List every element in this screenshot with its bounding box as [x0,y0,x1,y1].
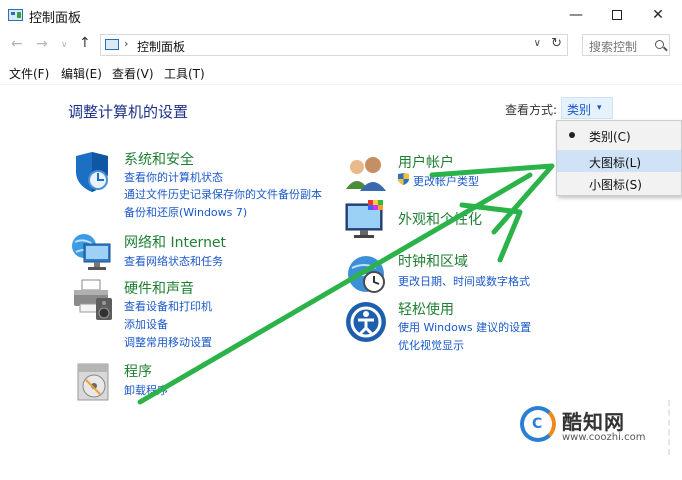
category-network-internet[interactable]: 网络和 Internet [124,232,226,252]
ease-of-access-icon[interactable] [344,300,388,344]
link-view-computer-status[interactable]: 查看你的计算机状态 [124,169,223,185]
close-button[interactable]: ✕ [638,0,678,30]
menu-edit[interactable]: 编辑(E) [61,65,102,82]
link-date-time-format[interactable]: 更改日期、时间或数字格式 [398,273,530,289]
control-panel-icon [8,9,23,21]
category-ease-of-access[interactable]: 轻松使用 [398,299,454,319]
view-by-dropdown[interactable]: 类别 ▾ [561,97,613,119]
recent-locations-chevron-icon[interactable]: ∨ [61,40,68,50]
search-icon[interactable] [655,40,664,49]
menu-item-category-label: 类别(C) [589,130,631,144]
link-devices-printers[interactable]: 查看设备和打印机 [124,298,212,314]
menu-bar: 文件(F) 编辑(E) 查看(V) 工具(T) [0,63,682,83]
breadcrumb-control-panel[interactable]: 控制面板 [137,38,185,55]
selected-bullet-icon [569,132,575,138]
link-network-status[interactable]: 查看网络状态和任务 [124,253,223,269]
view-by-menu: 类别(C) 大图标(L) 小图标(S) [556,120,682,196]
users-icon[interactable] [344,153,388,197]
uac-shield-icon [398,173,409,185]
up-arrow-icon[interactable]: ↑ [79,35,91,51]
category-appearance[interactable]: 外观和个性化 [398,209,482,229]
menu-item-large-icons-label: 大图标(L) [589,156,642,170]
page-title: 调整计算机的设置 [68,103,189,121]
logo-letter: C [532,416,543,432]
clock-globe-icon[interactable] [344,252,388,296]
menu-item-small-icons-label: 小图标(S) [589,178,642,192]
link-backup-restore[interactable]: 备份和还原(Windows 7) [124,204,247,220]
window-title: 控制面板 [29,11,82,26]
address-bar[interactable]: › 控制面板 ∨ ↻ [100,34,568,56]
minimize-button[interactable]: — [556,0,596,30]
printer-icon[interactable] [70,278,114,322]
view-by-value[interactable]: 类别 [567,101,591,118]
category-system-security[interactable]: 系统和安全 [124,149,194,169]
search-placeholder: 搜索控制 [589,40,638,54]
watermark-name: 酷知网 [562,410,625,434]
coozhi-logo-icon: C [520,406,556,442]
link-optimize-visual-display[interactable]: 优化视觉显示 [398,337,464,353]
monitor-color-icon[interactable] [344,200,388,244]
refresh-icon[interactable]: ↻ [551,36,562,51]
link-mobility-settings[interactable]: 调整常用移动设置 [124,334,212,350]
category-clock-region[interactable]: 时钟和区域 [398,251,468,271]
category-programs[interactable]: 程序 [124,361,152,381]
menu-item-small-icons[interactable]: 小图标(S) [557,172,681,194]
maximize-icon [612,10,622,20]
search-input[interactable]: 搜索控制 [582,34,670,56]
forward-arrow-icon[interactable]: → [36,36,48,52]
link-uninstall-program[interactable]: 卸载程序 [124,382,168,398]
category-user-accounts[interactable]: 用户帐户 [398,152,454,172]
link-add-device[interactable]: 添加设备 [124,316,168,332]
programs-disc-icon[interactable] [70,360,114,404]
menu-tools[interactable]: 工具(T) [164,65,205,82]
network-globe-icon[interactable] [70,230,114,274]
link-change-account-type[interactable]: 更改帐户类型 [398,173,479,189]
menu-file[interactable]: 文件(F) [9,65,49,82]
divider [0,84,682,85]
menu-item-large-icons[interactable]: 大图标(L) [557,150,681,172]
title-bar: 控制面板 — ✕ [0,0,682,30]
link-recommended-settings[interactable]: 使用 Windows 建议的设置 [398,319,531,335]
category-hardware-sound[interactable]: 硬件和声音 [124,278,194,298]
control-panel-small-icon [105,39,119,50]
breadcrumb-separator[interactable]: › [124,37,128,50]
back-arrow-icon[interactable]: ← [11,36,23,52]
dropdown-arrow-icon[interactable]: ▾ [597,103,602,113]
link-change-account-type-label: 更改帐户类型 [413,175,479,188]
link-file-history[interactable]: 通过文件历史记录保存你的文件备份副本 [124,186,322,202]
shield-icon[interactable] [70,150,114,194]
site-watermark: C 酷知网 www.coozhi.com [514,398,664,453]
menu-item-category[interactable]: 类别(C) [557,124,681,146]
address-dropdown-chevron-icon[interactable]: ∨ [534,38,541,49]
watermark-url: www.coozhi.com [562,432,646,443]
maximize-button[interactable] [597,0,637,30]
menu-view[interactable]: 查看(V) [112,65,154,82]
view-by-label: 查看方式: [505,103,558,117]
